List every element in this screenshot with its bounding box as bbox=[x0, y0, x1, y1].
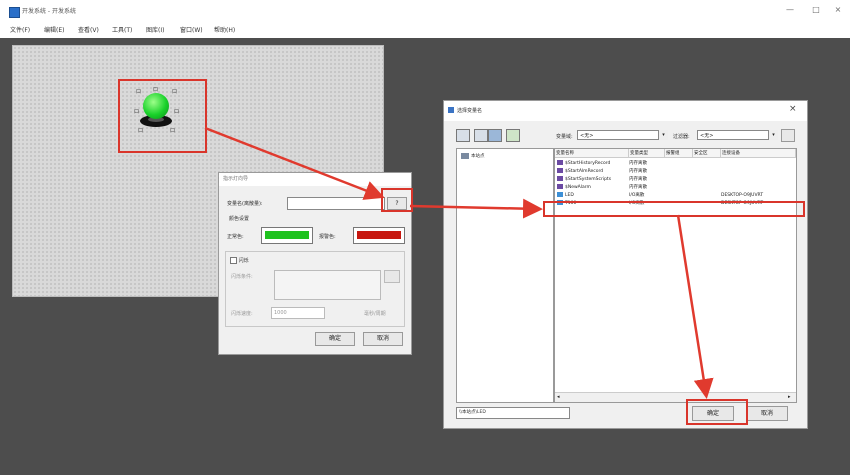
annotation-arrows bbox=[204, 126, 714, 399]
arrow-led-to-browse bbox=[204, 126, 385, 200]
arrow-browse-to-list bbox=[409, 198, 543, 219]
arrow-row-to-ok bbox=[676, 214, 714, 399]
